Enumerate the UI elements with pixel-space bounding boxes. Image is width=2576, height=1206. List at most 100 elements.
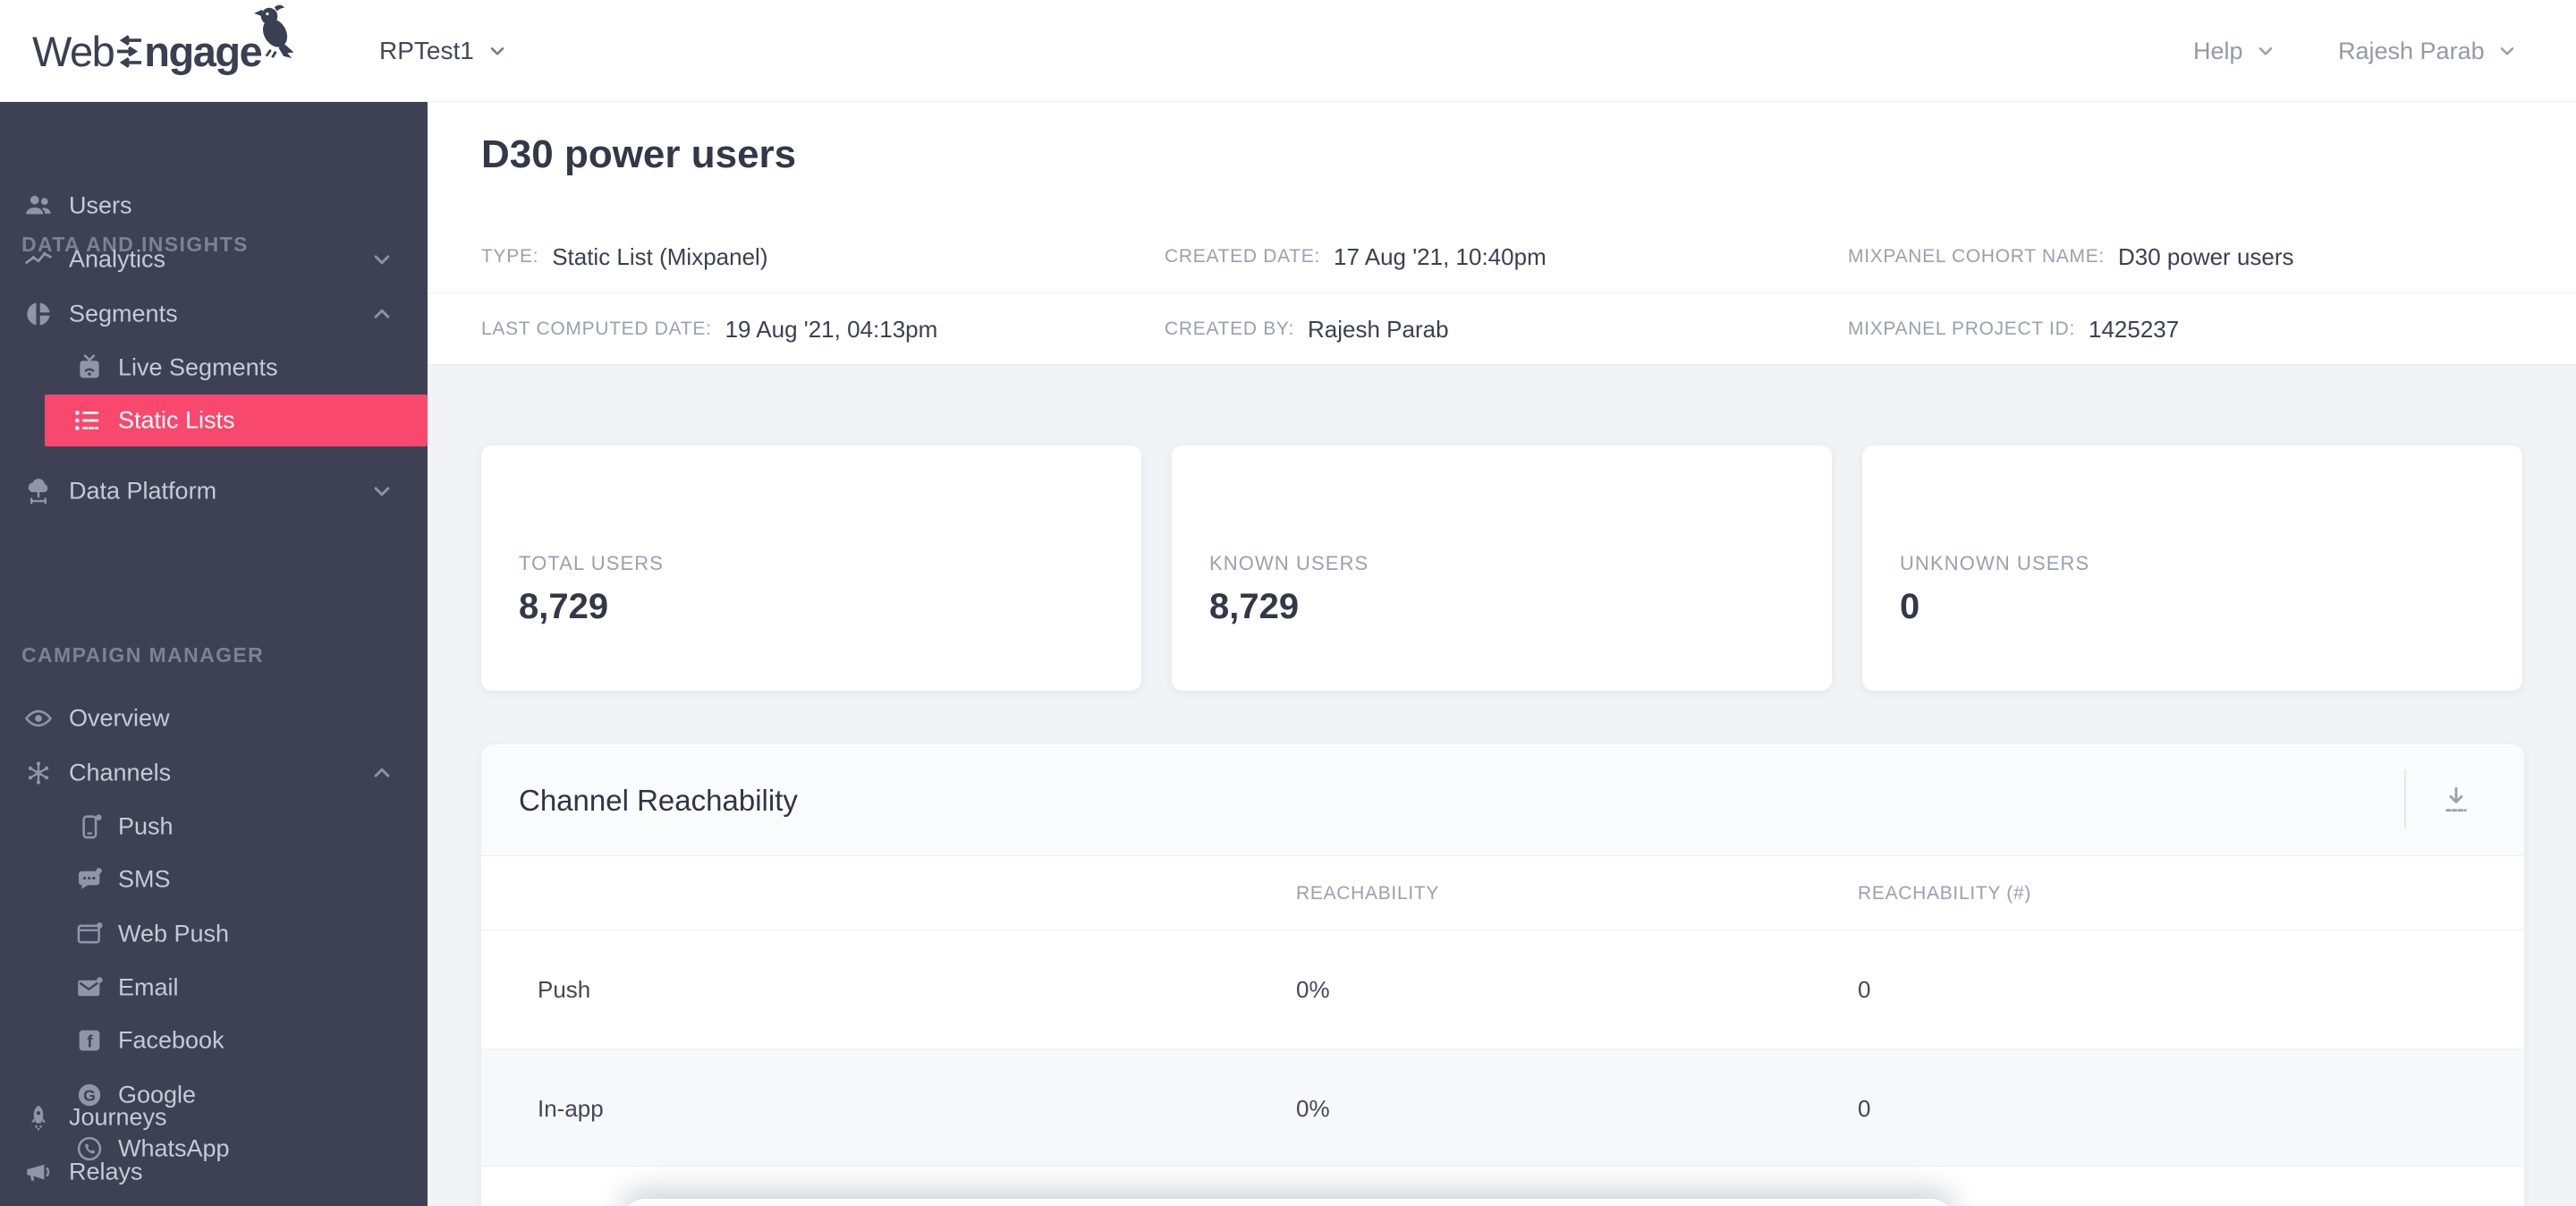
panel-title: Channel Reachability (519, 783, 798, 817)
meta-value: 17 Aug '21, 10:40pm (1334, 242, 1546, 270)
known-users-card: KNOWN USERS 8,729 (1172, 446, 1832, 691)
topbar: Web ngage RPTest1 Help Rajesh Parab (0, 0, 2576, 102)
sidebar-item-sms[interactable]: SMS (0, 853, 428, 906)
sidebar-item-label: SMS (118, 865, 171, 893)
column-header-reachability-num: REACHABILITY (#) (1858, 882, 2032, 904)
sidebar-item-analytics[interactable]: Analytics (0, 233, 428, 286)
logo-arrows-icon (117, 34, 142, 68)
sidebar-item-label: Analytics (69, 245, 166, 273)
meta-created-by: CREATED BY: Rajesh Parab (1165, 305, 1449, 353)
channel-reachability-panel: Channel Reachability REACHABILITY REACHA… (481, 744, 2524, 1206)
users-icon (23, 191, 54, 221)
sidebar-item-label: Users (69, 191, 132, 219)
sidebar-item-label: Overview (69, 704, 170, 732)
facebook-icon: f (74, 1025, 105, 1056)
journeys-rocket-icon (23, 1102, 54, 1133)
sidebar-item-label: Facebook (118, 1026, 225, 1054)
sidebar-section-campaign-manager: CAMPAIGN MANAGER (21, 643, 265, 667)
sidebar-item-channels[interactable]: Channels (0, 746, 428, 800)
cell-reachability-num: 0 (1858, 975, 1871, 1003)
channels-hub-icon (23, 758, 54, 788)
cell-reachability: 0% (1296, 975, 1330, 1003)
total-users-card: TOTAL USERS 8,729 (481, 446, 1141, 691)
help-menu[interactable]: Help (2193, 0, 2277, 102)
sidebar-item-facebook[interactable]: f Facebook (0, 1014, 428, 1067)
chevron-down-icon (369, 246, 395, 273)
card-label: UNKNOWN USERS (1900, 552, 2090, 574)
meta-value: 1425237 (2089, 315, 2180, 343)
meta-value: Rajesh Parab (1308, 315, 1449, 343)
panel-header: Channel Reachability (481, 744, 2524, 856)
chevron-up-icon (369, 301, 395, 327)
sidebar-item-journeys[interactable]: Journeys (0, 1091, 428, 1144)
sidebar-item-label: Segments (69, 300, 178, 327)
sidebar-item-label: Push (118, 812, 174, 840)
page-title: D30 power users (481, 132, 797, 176)
static-lists-icon (72, 405, 102, 436)
bottom-sheet-shadow (622, 1199, 1954, 1206)
data-platform-cloud-icon (23, 476, 54, 506)
meta-value: Static List (Mixpanel) (552, 242, 768, 270)
cell-channel: Push (538, 975, 591, 1003)
project-selector[interactable]: RPTest1 (379, 0, 509, 102)
main-content: D30 power users TYPE: Static List (Mixpa… (428, 102, 2576, 1206)
relays-megaphone-icon (23, 1157, 54, 1187)
sidebar-item-static-lists[interactable]: Static Lists (45, 395, 428, 446)
sidebar-item-label: Journeys (69, 1103, 167, 1131)
sidebar-item-label: Email (118, 973, 179, 1001)
sidebar-item-users[interactable]: Users (0, 179, 428, 233)
meta-type: TYPE: Static List (Mixpanel) (481, 233, 768, 281)
sidebar-item-overview[interactable]: Overview (0, 692, 428, 745)
webengage-logo[interactable]: Web ngage (32, 0, 302, 102)
sidebar: DATA AND INSIGHTS Users Analytics Segmen… (0, 102, 428, 1206)
page-header: D30 power users TYPE: Static List (Mixpa… (428, 102, 2576, 365)
card-label: KNOWN USERS (1209, 552, 1369, 574)
download-button[interactable] (2426, 769, 2487, 830)
web-push-browser-icon (74, 919, 105, 949)
meta-label: MIXPANEL COHORT NAME: (1848, 246, 2105, 267)
user-menu[interactable]: Rajesh Parab (2338, 0, 2519, 102)
meta-row-2: LAST COMPUTED DATE: 19 Aug '21, 04:13pm … (428, 305, 2576, 353)
cell-reachability-num: 0 (1858, 1094, 1871, 1122)
analytics-icon (23, 244, 54, 275)
column-header-reachability: REACHABILITY (1296, 882, 1440, 904)
email-envelope-icon (74, 972, 105, 1003)
unknown-users-card: UNKNOWN USERS 0 (1862, 446, 2522, 691)
sidebar-item-label: Web Push (118, 920, 230, 947)
live-segments-icon (74, 352, 105, 383)
logo-text-web: Web (32, 27, 115, 75)
meta-cohort-name: MIXPANEL COHORT NAME: D30 power users (1848, 233, 2294, 281)
sidebar-item-label: Data Platform (69, 477, 217, 505)
meta-value: D30 power users (2117, 242, 2294, 270)
sidebar-item-email[interactable]: Email (0, 961, 428, 1015)
sidebar-item-push[interactable]: Push (0, 800, 428, 854)
cell-reachability: 0% (1296, 1094, 1330, 1122)
sidebar-item-label: Static Lists (118, 406, 235, 434)
sidebar-item-label: Channels (69, 759, 172, 786)
sidebar-item-web-push[interactable]: Web Push (0, 907, 428, 961)
card-value: 8,729 (1209, 587, 1300, 626)
svg-text:f: f (87, 1032, 93, 1051)
cell-channel: In-app (538, 1094, 604, 1122)
chevron-down-icon (2500, 47, 2513, 55)
sidebar-item-relays[interactable]: Relays (0, 1145, 428, 1199)
sidebar-item-data-platform[interactable]: Data Platform (0, 464, 428, 518)
card-value: 0 (1900, 587, 1920, 626)
card-label: TOTAL USERS (519, 552, 665, 574)
card-value: 8,729 (519, 587, 609, 626)
logo-text-ngage: ngage (144, 27, 262, 75)
meta-label: TYPE: (481, 246, 539, 267)
meta-last-computed: LAST COMPUTED DATE: 19 Aug '21, 04:13pm (481, 305, 937, 353)
help-label: Help (2193, 37, 2243, 64)
chevron-down-icon (490, 47, 504, 55)
eye-icon (23, 703, 54, 734)
meta-label: CREATED DATE: (1165, 246, 1321, 267)
sidebar-item-live-segments[interactable]: Live Segments (0, 341, 428, 395)
meta-project-id: MIXPANEL PROJECT ID: 1425237 (1848, 305, 2179, 353)
divider (2404, 769, 2406, 828)
meta-label: MIXPANEL PROJECT ID: (1848, 318, 2075, 339)
sidebar-item-segments[interactable]: Segments (0, 287, 428, 341)
chevron-down-icon (369, 478, 395, 505)
meta-created-date: CREATED DATE: 17 Aug '21, 10:40pm (1165, 233, 1546, 281)
logo-bird-icon (254, 4, 294, 59)
